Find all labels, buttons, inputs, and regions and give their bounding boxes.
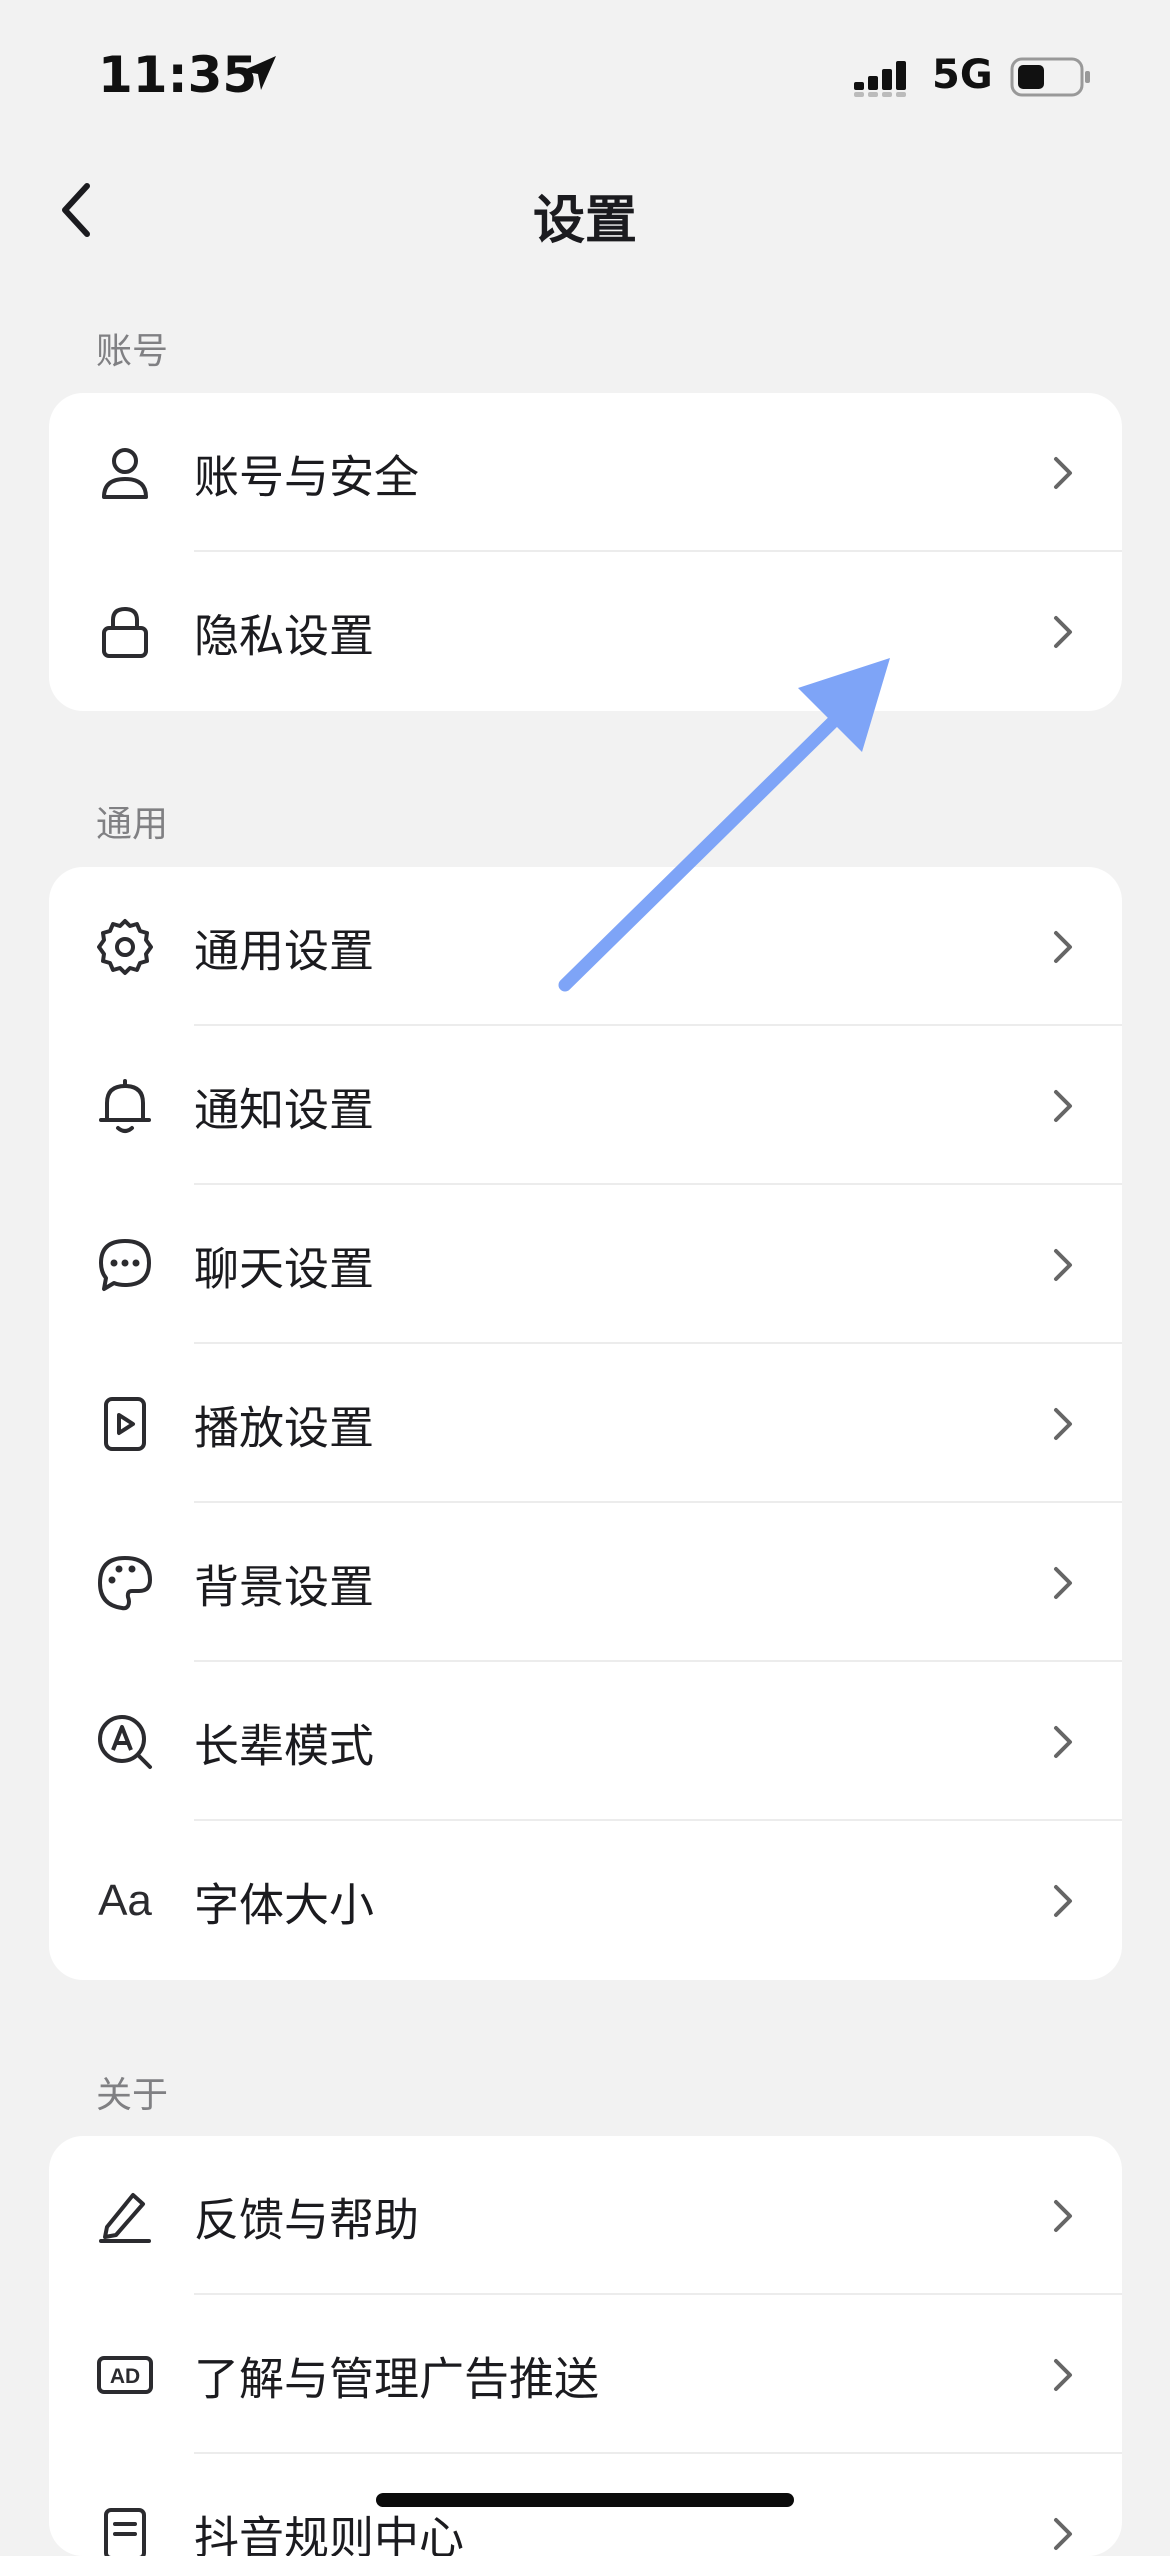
settings-row-label: 反馈与帮助 [194, 2193, 420, 2246]
settings-row-label: 抖音规则中心 [194, 2511, 465, 2556]
settings-row-label: 播放设置 [194, 1401, 375, 1454]
section-header-general: 通用 [96, 804, 169, 845]
settings-row-label: 长辈模式 [194, 1719, 375, 1772]
signal-strength-icon [854, 61, 906, 97]
settings-row-elder-mode[interactable]: 长辈模式 [49, 1662, 1122, 1821]
settings-row-background[interactable]: 背景设置 [49, 1503, 1122, 1662]
settings-row-label: 隐私设置 [194, 609, 375, 662]
chevron-right-icon [1054, 1248, 1072, 1281]
settings-row-label: 了解与管理广告推送 [194, 2352, 600, 2405]
elder-mode-icon [95, 1712, 155, 1772]
section-header-account: 账号 [96, 331, 169, 372]
settings-row-label: 通知设置 [194, 1083, 375, 1136]
ad-icon: AD [95, 2345, 155, 2405]
chevron-right-icon [1054, 2517, 1072, 2550]
account-settings-card: 账号与安全 隐私设置 [49, 393, 1122, 711]
settings-row-label: 字体大小 [194, 1878, 375, 1931]
page-title: 设置 [532, 191, 637, 251]
settings-row-label: 账号与安全 [194, 450, 420, 503]
lock-icon [95, 602, 155, 662]
settings-row-privacy[interactable]: 隐私设置 [49, 552, 1122, 711]
chevron-right-icon [1054, 1407, 1072, 1440]
bell-icon [95, 1076, 155, 1136]
settings-row-playback[interactable]: 播放设置 [49, 1344, 1122, 1503]
navigation-bar: 设置 [0, 160, 1170, 260]
battery-icon [1010, 57, 1090, 97]
gear-icon [95, 917, 155, 977]
settings-row-account-security[interactable]: 账号与安全 [49, 393, 1122, 552]
pen-icon [95, 2186, 155, 2246]
settings-row-label: 聊天设置 [194, 1242, 375, 1295]
chevron-right-icon [1054, 615, 1072, 648]
general-settings-card: 通用设置 通知设置 聊天设置 播放设置 背景设置 长辈模式 Aa 字体大小 [49, 867, 1122, 1980]
font-size-icon: Aa [98, 1876, 152, 1925]
settings-row-ad-management[interactable]: AD 了解与管理广告推送 [49, 2295, 1122, 2454]
chevron-right-icon [1054, 930, 1072, 963]
chevron-right-icon [1054, 1089, 1072, 1122]
chevron-right-icon [1054, 1884, 1072, 1917]
ad-icon-text: AD [110, 2365, 140, 2388]
location-arrow-icon [242, 56, 276, 90]
home-indicator [376, 2493, 794, 2507]
settings-row-notifications[interactable]: 通知设置 [49, 1026, 1122, 1185]
chevron-right-icon [1054, 1566, 1072, 1599]
status-bar: 11:35 5G [0, 0, 1170, 140]
network-type: 5G [932, 52, 993, 98]
settings-row-chat[interactable]: 聊天设置 [49, 1185, 1122, 1344]
chevron-right-icon [1054, 2199, 1072, 2232]
play-icon [95, 1394, 155, 1454]
settings-row-font-size[interactable]: Aa 字体大小 [49, 1821, 1122, 1980]
settings-row-label: 通用设置 [194, 924, 375, 977]
settings-row-feedback[interactable]: 反馈与帮助 [49, 2136, 1122, 2295]
status-time: 11:35 [98, 46, 258, 104]
chevron-right-icon [1054, 1725, 1072, 1758]
palette-icon [95, 1553, 155, 1613]
chat-bubble-icon [95, 1235, 155, 1295]
section-header-about: 关于 [96, 2075, 169, 2116]
document-icon [95, 2504, 155, 2556]
user-icon [95, 443, 155, 503]
chevron-right-icon [1054, 456, 1072, 489]
chevron-right-icon [1054, 2358, 1072, 2391]
settings-row-general[interactable]: 通用设置 [49, 867, 1122, 1026]
settings-row-label: 背景设置 [194, 1560, 375, 1613]
